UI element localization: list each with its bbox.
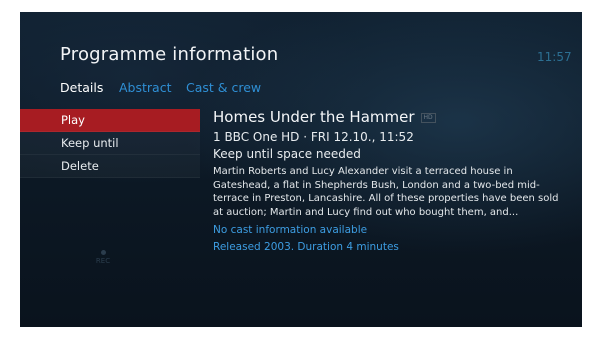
keep-status: Keep until space needed xyxy=(213,147,361,161)
tab-details[interactable]: Details xyxy=(60,80,103,95)
programme-title: Homes Under the Hammer xyxy=(213,108,415,126)
delete-button[interactable]: Delete xyxy=(20,155,200,178)
synopsis: Martin Roberts and Lucy Alexander visit … xyxy=(213,166,559,218)
clock: 11:57 xyxy=(537,50,572,64)
release-info: Released 2003. Duration 4 minutes xyxy=(213,241,399,253)
channel-and-time: 1 BBC One HD · FRI 12.10., 11:52 xyxy=(213,130,414,144)
page-title: Programme information xyxy=(60,44,279,65)
tab-abstract[interactable]: Abstract xyxy=(119,80,171,95)
keep-until-button[interactable]: Keep until xyxy=(20,132,200,155)
rec-dot-icon xyxy=(100,250,106,255)
play-button[interactable]: Play xyxy=(20,109,200,132)
action-menu: Play Keep until Delete xyxy=(20,109,200,178)
tab-cast-crew[interactable]: Cast & crew xyxy=(186,80,261,95)
programme-title-row: Homes Under the Hammer HD xyxy=(213,108,573,126)
rec-indicator: REC xyxy=(93,250,113,270)
hd-badge-icon: HD xyxy=(420,113,436,123)
cast-note: No cast information available xyxy=(213,224,368,236)
rec-label: REC xyxy=(95,257,111,265)
programme-info-screen: Programme information 11:57 Details Abst… xyxy=(20,12,582,327)
programme-details: Homes Under the Hammer HD 1 BBC One HD · … xyxy=(213,108,573,253)
